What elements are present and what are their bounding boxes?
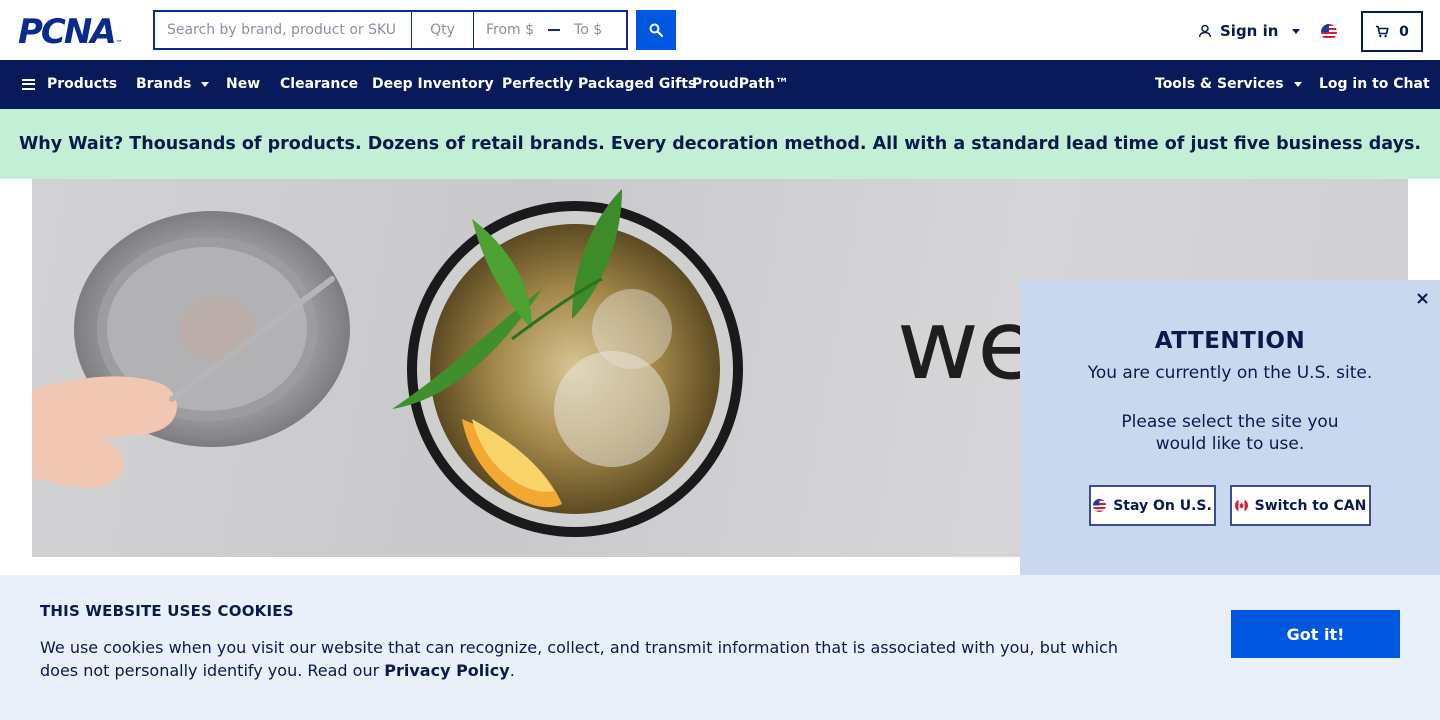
pcna-logo[interactable]: PCNA ™: [18, 15, 123, 49]
modal-instructions-line2: would like to use.: [1155, 434, 1305, 454]
main-nav: Products Brands New Clearance Deep Inven…: [0, 60, 1440, 109]
sign-in-label: Sign in: [1220, 22, 1279, 40]
cookie-body: We use cookies when you visit our websit…: [40, 638, 1118, 680]
price-range[interactable]: From $ To $: [473, 10, 628, 50]
nav-products-label: Products: [47, 76, 118, 92]
modal-title: ATTENTION: [1154, 328, 1306, 354]
top-header: PCNA ™ From $ To $ Sign in: [0, 0, 1440, 60]
modal-instructions-line1: Please select the site you: [1121, 412, 1339, 432]
us-flag-icon: [1093, 499, 1107, 512]
chevron-down-icon: [201, 81, 210, 87]
us-flag-icon[interactable]: [1321, 24, 1337, 40]
nav-gifts[interactable]: Perfectly Packaged Gifts: [502, 76, 696, 92]
user-icon: [1198, 24, 1212, 38]
canada-flag-icon: [1234, 499, 1248, 512]
close-icon: [1416, 292, 1428, 304]
price-range-dash: [548, 29, 561, 31]
hero-headline: we: [896, 289, 1039, 401]
cookie-period: .: [509, 661, 515, 680]
stay-on-us-label: Stay On U.S.: [1113, 497, 1212, 514]
stay-on-us-button[interactable]: Stay On U.S.: [1089, 485, 1216, 526]
cookie-text: We use cookies when you visit our websit…: [40, 636, 1140, 682]
price-from-field[interactable]: From $: [486, 22, 534, 38]
nav-proudpath[interactable]: ProudPath™: [692, 76, 789, 92]
chevron-down-icon: [1292, 28, 1301, 34]
chevron-down-icon: [1293, 81, 1302, 87]
nav-clearance[interactable]: Clearance: [280, 76, 358, 92]
logo-wordmark: PCNA: [18, 12, 117, 52]
modal-current-site: You are currently on the U.S. site.: [1087, 363, 1373, 383]
cart-count: 0: [1399, 23, 1409, 40]
accept-cookies-button[interactable]: Got it!: [1231, 610, 1400, 658]
nav-tools-label: Tools & Services: [1155, 76, 1284, 92]
nav-new[interactable]: New: [226, 76, 260, 92]
region-modal: ATTENTION You are currently on the U.S. …: [1020, 280, 1440, 575]
cart-button[interactable]: 0: [1361, 11, 1423, 52]
cookie-banner: THIS WEBSITE USES COOKIES We use cookies…: [0, 575, 1440, 720]
switch-to-can-button[interactable]: Switch to CAN: [1230, 485, 1371, 526]
nav-deep-inventory[interactable]: Deep Inventory: [372, 76, 494, 92]
privacy-policy-link[interactable]: Privacy Policy: [384, 661, 509, 680]
promo-banner: Why Wait? Thousands of products. Dozens …: [0, 109, 1440, 179]
nav-products[interactable]: Products: [22, 76, 117, 92]
nav-brands[interactable]: Brands: [136, 76, 210, 92]
close-button[interactable]: [1414, 290, 1430, 306]
menu-icon: [22, 78, 35, 90]
search-input[interactable]: [153, 10, 411, 50]
nav-tools-services[interactable]: Tools & Services: [1155, 76, 1302, 92]
switch-to-can-label: Switch to CAN: [1254, 497, 1367, 514]
cart-icon: [1376, 25, 1389, 38]
price-to-field[interactable]: To $: [574, 22, 602, 38]
search-bar: From $ To $: [153, 10, 676, 50]
promo-text: Why Wait? Thousands of products. Dozens …: [18, 134, 1422, 154]
cookie-title: THIS WEBSITE USES COOKIES: [40, 602, 294, 620]
nav-log-in-to-chat[interactable]: Log in to Chat: [1319, 76, 1430, 92]
logo-trademark: ™: [115, 39, 123, 47]
qty-input[interactable]: [411, 10, 473, 50]
search-icon: [649, 23, 663, 37]
search-button[interactable]: [636, 10, 676, 50]
nav-brands-label: Brands: [136, 76, 192, 92]
sign-in-button[interactable]: Sign in: [1198, 20, 1301, 42]
